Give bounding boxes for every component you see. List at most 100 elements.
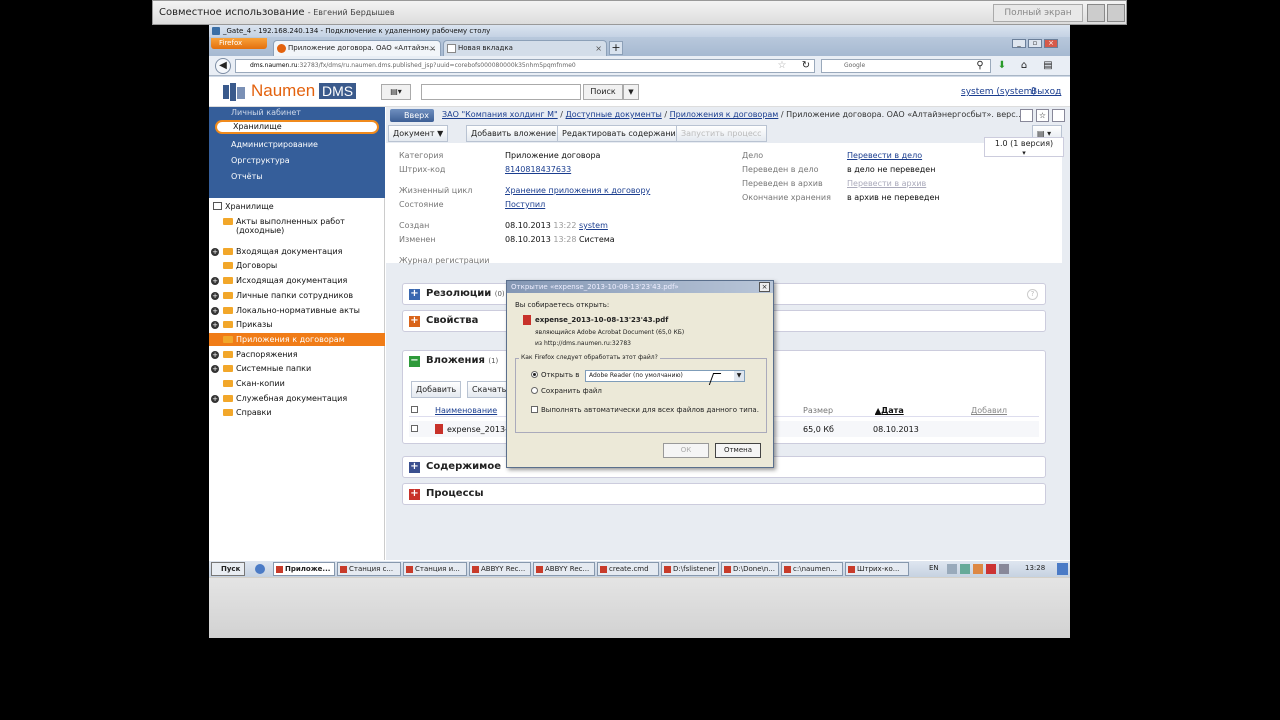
tree-item[interactable]: Приложения к договорам [223,335,345,344]
taskbar-item[interactable]: c:\naumen... [781,562,843,576]
new-document-icon[interactable]: ▤▾ [381,84,411,100]
tree-item[interactable]: + Распоряжения [211,350,298,359]
taskbar-item[interactable]: ABBYY Rec... [533,562,595,576]
bookmark-star-icon[interactable]: ☆ [775,59,789,73]
col-size[interactable]: Размер [803,406,833,415]
col-date[interactable]: ▲Дата [875,406,904,415]
taskbar-item[interactable]: D:\Done\n... [721,562,779,576]
close-icon[interactable]: × [1044,39,1058,48]
download-icon[interactable]: ⬇ [995,59,1009,73]
row-checkbox[interactable] [411,425,418,432]
search-icon[interactable]: ⚲ [973,59,987,73]
tab-active[interactable]: Приложение договора. ОАО «Алтайэн... × [273,40,441,56]
tree-item[interactable]: + Входящая документация [211,247,342,256]
star-icon[interactable]: ☆ [1036,109,1049,122]
new-tab-button[interactable]: + [609,41,623,55]
tab-new[interactable]: Новая вкладка × [443,40,607,56]
value-barcode[interactable]: 8140818437633 [505,165,571,174]
global-search-input[interactable] [421,84,581,100]
restore-icon[interactable]: ▫ [1028,39,1042,48]
rss-icon[interactable] [1052,109,1065,122]
tree-item[interactable]: + Исходящая документация [211,276,347,286]
edit-content-button[interactable]: Редактировать содержание [557,125,686,142]
logout-link[interactable]: Выход [1031,87,1061,97]
sidebar-item-admin[interactable]: Администрирование [231,140,318,149]
quicklaunch-icon[interactable] [255,564,265,574]
add-button[interactable]: Добавить [411,381,462,398]
expand-icon[interactable]: + [211,277,219,286]
tree-item[interactable]: Договоры [223,261,277,270]
taskbar-item[interactable]: Приложе... [273,562,335,576]
col-added[interactable]: Добавил [971,406,1007,415]
open-with-radio[interactable]: Открыть в [531,371,579,379]
value-case[interactable]: Перевести в дело [847,151,922,160]
tray-icon[interactable] [947,564,957,574]
fullscreen-button[interactable]: Полный экран [993,4,1083,22]
close-icon[interactable]: × [759,282,770,292]
taskbar-item[interactable]: Штрих-ко... [845,562,909,576]
sidebar-item-orgstructure[interactable]: Оргструктура [231,156,290,165]
breadcrumb-link[interactable]: ЗАО "Компания холдинг М" [442,110,558,119]
taskbar-item[interactable]: Станция с... [337,562,401,576]
ok-button[interactable]: ОК [663,443,709,458]
tab-close-icon[interactable]: × [429,41,436,56]
sidebar-item-reports[interactable]: Отчёты [231,172,263,181]
select-all-checkbox[interactable] [411,406,418,413]
taskbar-item[interactable]: create.cmd [597,562,659,576]
up-button[interactable]: Вверх [390,109,434,122]
tree-item[interactable]: Справки [223,408,272,417]
back-arrow-icon[interactable]: ◀ [215,58,231,74]
taskbar-item[interactable]: Станция и... [403,562,467,576]
expand-icon[interactable]: + [211,306,219,315]
user-link[interactable]: system (system) [961,87,1036,97]
expand-icon[interactable]: + [211,321,219,330]
tree-item[interactable]: Акты выполненных работ (доходные) [223,217,345,235]
tree-item[interactable]: + Служебная документация [211,394,347,403]
tree-item[interactable]: + Приказы [211,320,273,330]
tab-close-icon[interactable]: × [595,41,602,56]
tray-icon[interactable] [999,564,1009,574]
help-icon[interactable]: ? [1027,289,1038,300]
minimize-icon[interactable]: _ [1012,39,1026,48]
print-icon[interactable] [1020,109,1033,122]
cancel-button[interactable]: Отмена [715,443,761,458]
tray-icon[interactable] [960,564,970,574]
taskbar-item[interactable]: D:\fslistener [661,562,719,576]
download-button[interactable]: Скачать [467,381,512,398]
value-lifecycle[interactable]: Хранение приложения к договору [505,186,650,195]
chevron-down-icon[interactable]: ▼ [623,84,639,100]
collapse-icon[interactable]: − [409,356,420,367]
tray-icon[interactable] [973,564,983,574]
tray-icon[interactable] [986,564,996,574]
taskbar-item[interactable]: ABBYY Rec... [469,562,531,576]
window-icon[interactable] [1087,4,1105,22]
sidebar-item-storage[interactable]: Хранилище [215,120,379,134]
expand-icon[interactable]: + [211,350,219,359]
search-engine-input[interactable]: Google [821,59,991,73]
add-attachment-button[interactable]: Добавить вложение [466,125,562,142]
col-name[interactable]: Наименование [435,406,497,415]
tree-item[interactable]: + Локально-нормативные акты [211,306,360,315]
expand-icon[interactable]: + [211,291,219,300]
application-select[interactable]: Adobe Reader (по умолчанию) ▼ [585,370,745,382]
reload-icon[interactable]: ↻ [799,59,813,73]
value-to-archive[interactable]: Перевести в архив [847,179,926,188]
start-process-button[interactable]: Запустить процесс [676,125,767,142]
home-icon[interactable]: ⌂ [1017,59,1031,73]
created-by[interactable]: system [579,221,608,230]
version-selector[interactable]: 1.0 (1 версия) ▾ [984,137,1064,157]
tree-root[interactable]: Хранилище [213,202,274,211]
document-menu-button[interactable]: Документ ▼ [388,125,449,142]
show-desktop-icon[interactable] [1057,563,1068,575]
url-bar[interactable]: dms.naumen.ru:32783/fx/dms/ru.naumen.dms… [235,59,815,73]
start-button[interactable]: Пуск [211,562,245,576]
menu-icon[interactable]: ▤ [1041,59,1055,73]
sidebar-item-cabinet[interactable]: Личный кабинет [231,108,301,117]
value-state[interactable]: Поступил [505,200,545,209]
expand-icon[interactable]: + [211,247,219,256]
tree-item[interactable]: + Личные папки сотрудников [211,291,353,300]
language-indicator[interactable]: EN [929,564,939,572]
breadcrumb-link[interactable]: Доступные документы [565,110,661,119]
expand-icon[interactable]: + [211,394,219,403]
expand-icon[interactable]: + [211,365,219,374]
